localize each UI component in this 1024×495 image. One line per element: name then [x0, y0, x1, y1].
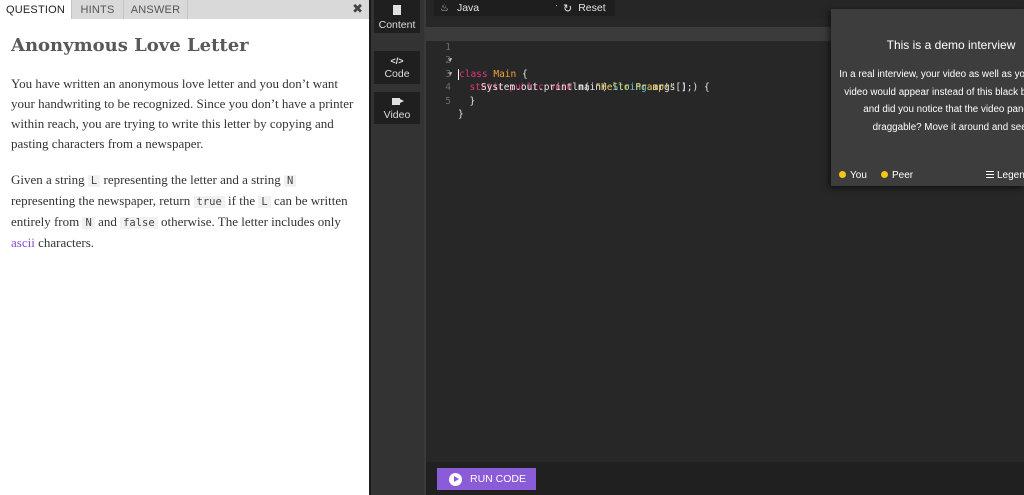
video-title: This is a demo interview — [886, 38, 1016, 52]
code-text: } — [458, 109, 464, 120]
question-tab-bar: QUESTION HINTS ANSWER — [0, 0, 369, 19]
question-title: Anonymous Love Letter — [11, 35, 249, 56]
question-paragraph-1: You have written an anonymous love lette… — [11, 76, 354, 151]
nav-code-label: Code — [384, 68, 410, 80]
code-text: } — [458, 95, 476, 107]
ascii-link[interactable]: ascii — [11, 235, 35, 250]
question-content: Anonymous Love Letter You have written a… — [11, 34, 361, 253]
tab-answer[interactable]: ANSWER — [124, 0, 188, 19]
play-icon — [449, 472, 462, 486]
status-dot-icon — [839, 171, 846, 178]
nav-video-button[interactable]: Video — [374, 92, 420, 124]
tab-question[interactable]: QUESTION — [0, 0, 72, 19]
text-segment: Given a string — [11, 172, 88, 187]
video-message: In a real interview, your video as well … — [839, 69, 1024, 133]
text-segment: representing the letter and a string — [100, 172, 284, 187]
nav-code-button[interactable]: </> Code — [374, 51, 420, 84]
inline-code: true — [193, 196, 225, 208]
language-select[interactable]: ♨ Java — [434, 0, 569, 16]
editor-divider — [424, 0, 426, 495]
question-paragraph-2: Given a string L representing the letter… — [11, 170, 361, 253]
inline-code: N — [82, 217, 95, 229]
inline-code: L — [258, 196, 271, 208]
legend-label: Legend — [997, 170, 1024, 181]
you-indicator[interactable]: You — [839, 170, 867, 181]
file-icon — [374, 0, 420, 18]
nav-content-button[interactable]: Content — [374, 0, 420, 33]
question-panel: QUESTION HINTS ANSWER ✖ Anonymous Love L… — [0, 0, 369, 495]
reset-button[interactable]: ↻ Reset — [557, 0, 615, 16]
text-segment: otherwise. The letter includes only — [157, 214, 341, 229]
peer-label: Peer — [892, 170, 914, 181]
menu-icon — [986, 171, 994, 178]
tab-hints[interactable]: HINTS — [72, 0, 124, 19]
nav-content-label: Content — [378, 19, 416, 31]
run-bar: RUN CODE — [424, 462, 1024, 495]
run-code-button[interactable]: RUN CODE — [437, 468, 536, 490]
status-dot-icon — [881, 171, 888, 178]
text-segment: representing the newspaper, return — [11, 193, 194, 208]
run-code-label: RUN CODE — [470, 473, 527, 485]
text-segment: if the — [224, 193, 259, 208]
java-icon: ♨ — [440, 2, 449, 14]
inline-code: false — [120, 217, 158, 229]
inline-code: L — [87, 175, 101, 187]
nav-video-label: Video — [383, 109, 411, 121]
side-nav: Content </> Code Video — [371, 0, 424, 495]
language-value: Java — [456, 2, 480, 14]
text-segment: characters. — [34, 235, 95, 250]
video-pane[interactable]: This is a demo interview In a real inter… — [831, 9, 1024, 186]
video-footer: You Peer Legend — [831, 169, 1024, 185]
close-icon[interactable]: ✖ — [352, 1, 363, 17]
legend-button[interactable]: Legend — [986, 170, 1024, 181]
peer-indicator[interactable]: Peer — [881, 170, 913, 181]
you-label: You — [850, 170, 867, 181]
line-number: 5 — [445, 95, 451, 107]
reset-label: Reset — [578, 2, 606, 14]
video-camera-icon — [374, 92, 420, 108]
inline-code: N — [283, 175, 297, 187]
text-segment: and — [94, 214, 121, 229]
code-icon: </> — [390, 56, 404, 66]
reset-icon: ↻ — [563, 2, 573, 15]
